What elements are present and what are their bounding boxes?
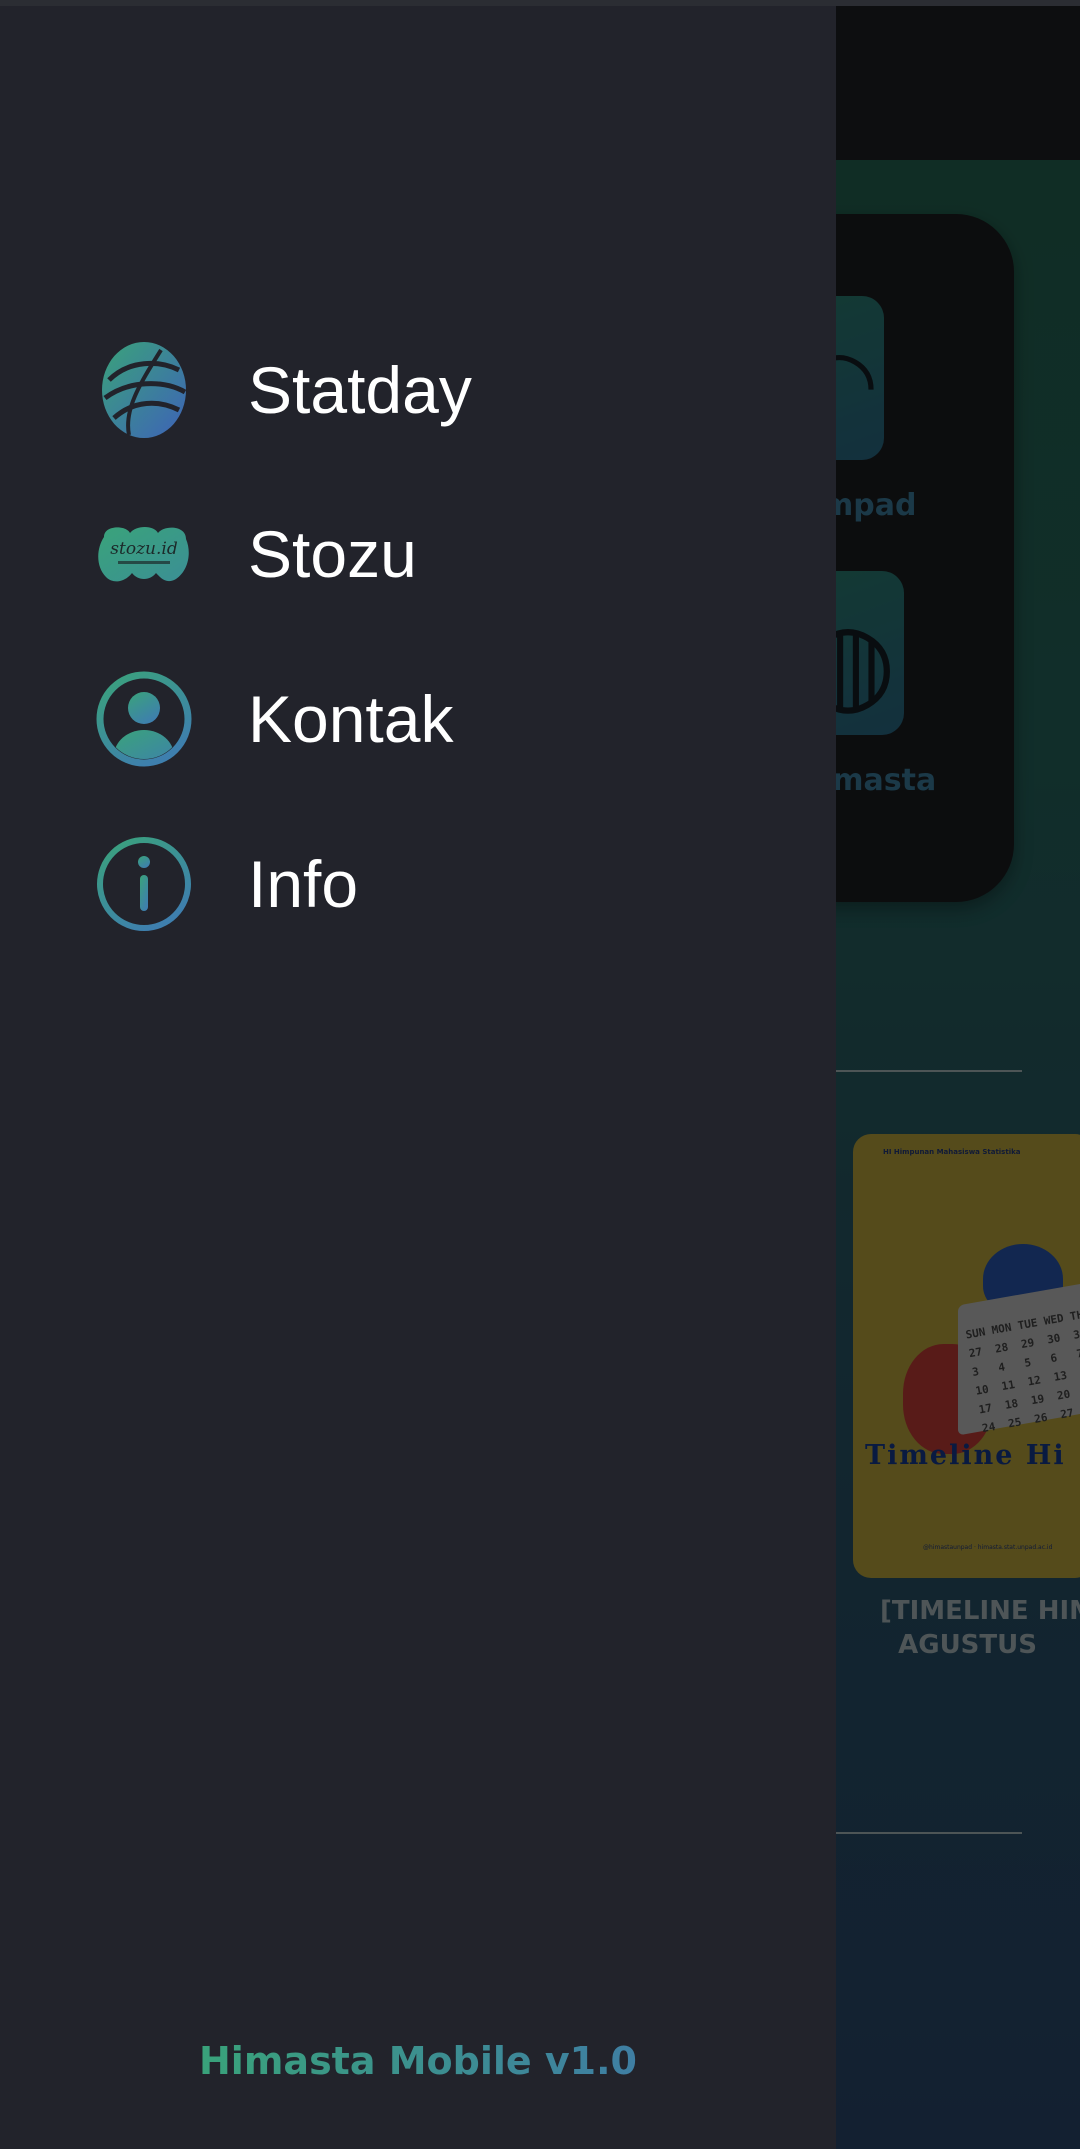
drawer-item-label: Stozu bbox=[248, 517, 417, 591]
info-circle-icon bbox=[94, 834, 194, 934]
app-version-label: Himasta Mobile v1.0 bbox=[0, 2036, 836, 2086]
drawer-item-info[interactable]: Info bbox=[0, 814, 836, 954]
app-version-text: Himasta Mobile v1.0 bbox=[199, 2039, 637, 2083]
drawer-item-stozu[interactable]: stozu.id Stozu bbox=[0, 484, 836, 624]
stozu-logo-icon: stozu.id bbox=[94, 504, 194, 604]
drawer-item-kontak[interactable]: Kontak bbox=[0, 649, 836, 789]
person-circle-icon bbox=[94, 669, 194, 769]
statday-logo-icon bbox=[94, 340, 194, 440]
drawer-item-label: Info bbox=[248, 847, 359, 921]
status-bar bbox=[0, 0, 1080, 6]
drawer-item-label: Kontak bbox=[248, 682, 454, 756]
svg-text:stozu.id: stozu.id bbox=[110, 539, 178, 559]
drawer-item-label: Statday bbox=[248, 353, 472, 427]
navigation-drawer: Statday stozu.id Stozu Kontak Info Himas… bbox=[0, 0, 836, 2149]
drawer-item-statday[interactable]: Statday bbox=[0, 320, 836, 460]
screen: ◠ mpad ◍ imasta HI Himpunan Mahasiswa St… bbox=[0, 0, 1080, 2149]
